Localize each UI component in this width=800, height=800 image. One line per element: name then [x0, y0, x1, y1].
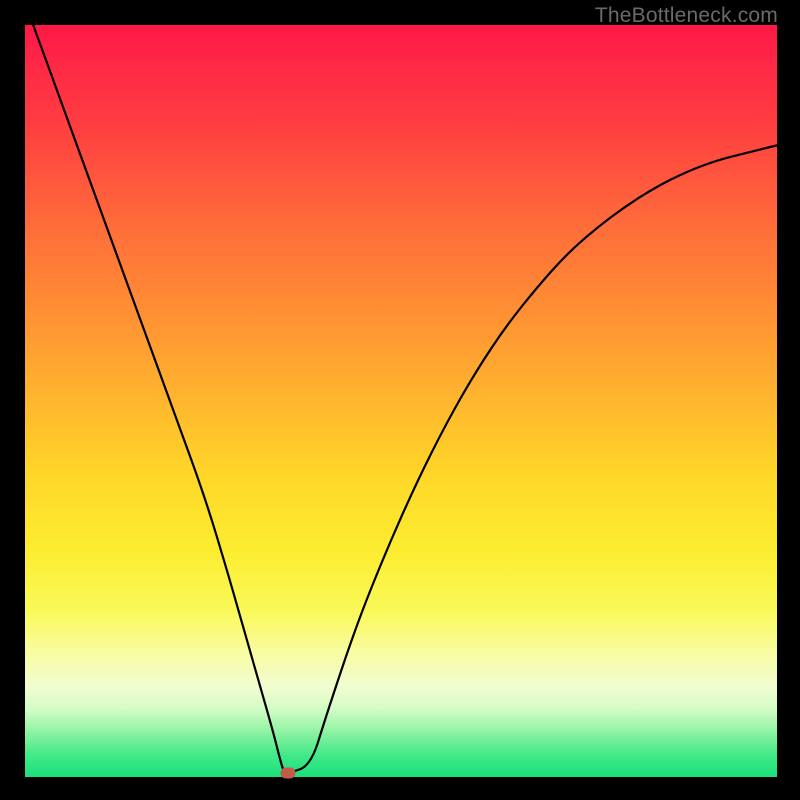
bottleneck-curve — [25, 25, 777, 773]
plot-area — [25, 25, 777, 777]
chart-frame: TheBottleneck.com — [0, 0, 800, 800]
watermark-text: TheBottleneck.com — [595, 4, 778, 28]
curve-svg — [25, 25, 777, 777]
optimal-point-marker — [281, 768, 296, 779]
